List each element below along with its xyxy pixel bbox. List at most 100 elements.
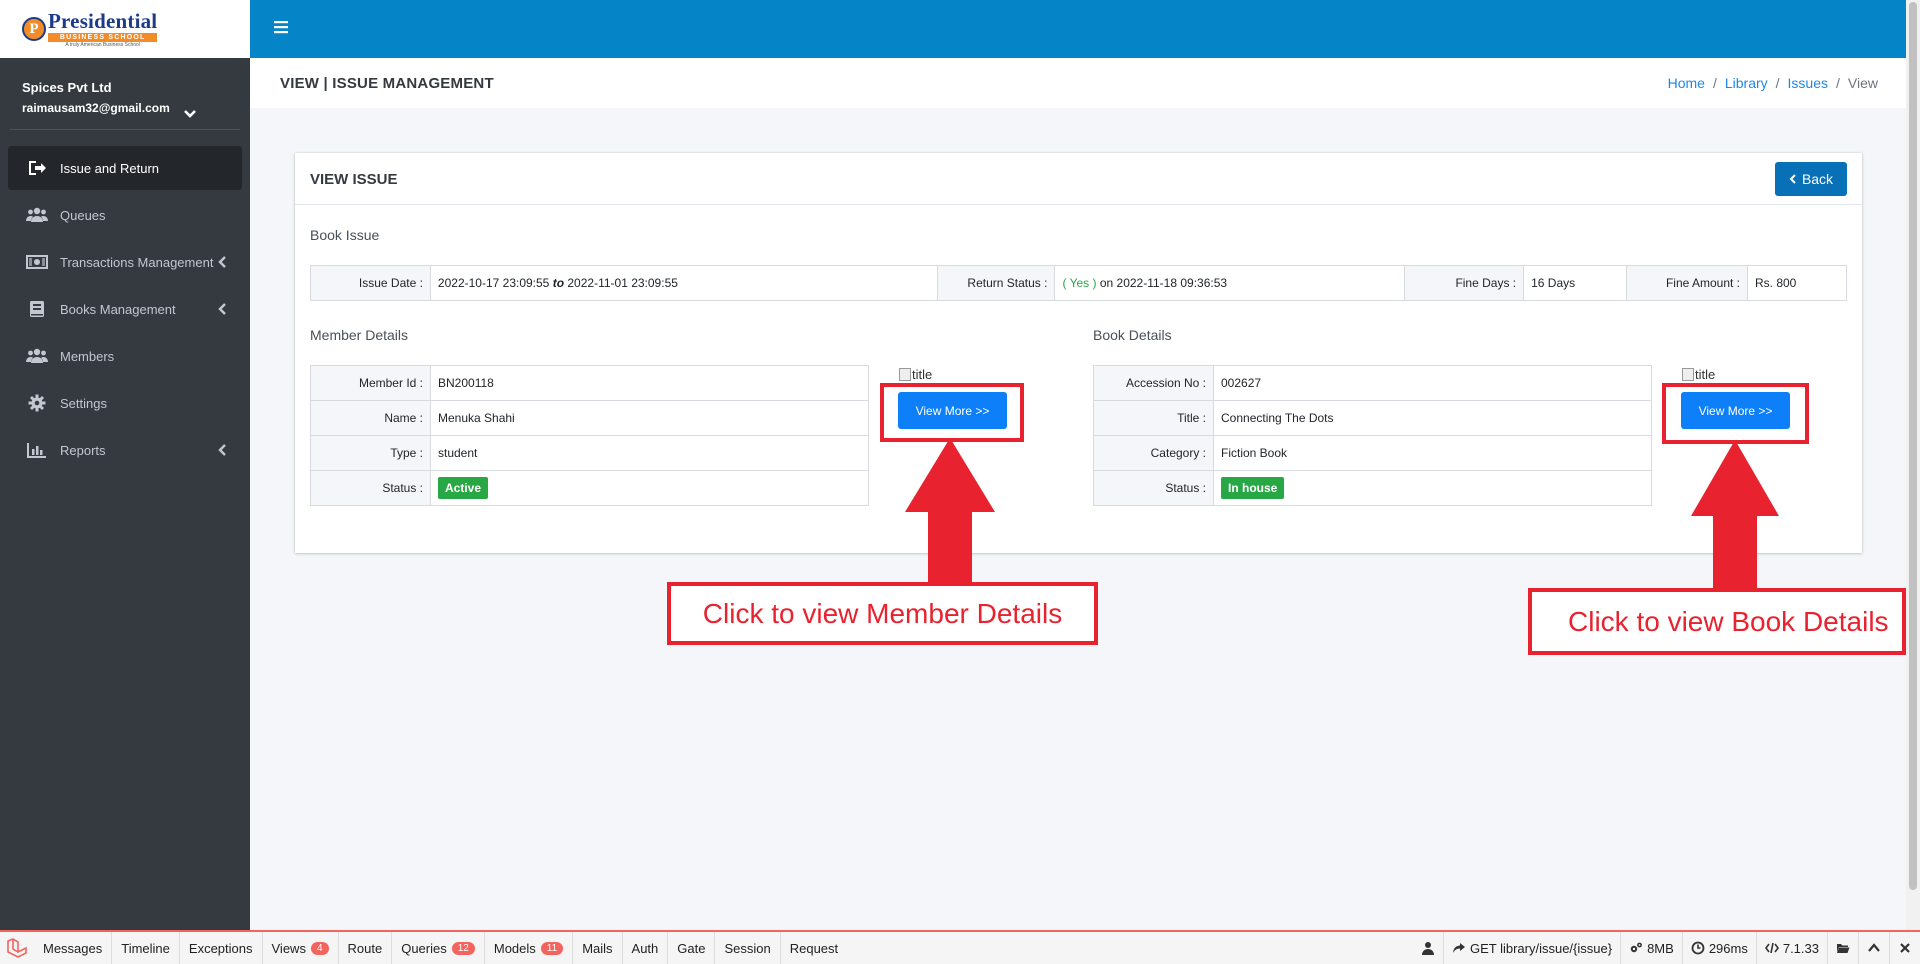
debug-tab-views[interactable]: Views 4 <box>263 932 339 964</box>
debug-tab-session[interactable]: Session <box>715 932 781 964</box>
issue-table: Issue Date : 2022-10-17 23:09:55 to 2022… <box>310 265 1847 301</box>
debug-tab-request[interactable]: Request <box>781 932 847 964</box>
status-badge: In house <box>1221 477 1285 499</box>
debug-tab-exceptions[interactable]: Exceptions <box>180 932 263 964</box>
users-icon <box>26 205 48 225</box>
return-status-label: Return Status : <box>936 265 1056 301</box>
chevron-left-icon <box>218 303 226 315</box>
table-row: Issue Date : 2022-10-17 23:09:55 to 2022… <box>310 265 1847 301</box>
debug-request[interactable]: GET library/issue/{issue} <box>1442 932 1620 964</box>
breadcrumb-separator: / <box>1775 75 1780 91</box>
issue-date-label: Issue Date : <box>310 265 431 301</box>
issue-date-value: 2022-10-17 23:09:55 to 2022-11-01 23:09:… <box>429 265 938 301</box>
sidebar-item-settings[interactable]: Settings <box>8 381 242 425</box>
debug-tab-label: Route <box>347 940 383 956</box>
back-button-label: Back <box>1801 171 1834 187</box>
count-badge: 12 <box>451 941 475 955</box>
sidebar-item-books-management[interactable]: Books Management <box>8 287 242 331</box>
code-icon <box>1764 942 1779 954</box>
debug-tab-timeline[interactable]: Timeline <box>112 932 180 964</box>
debug-tab-models[interactable]: Models 11 <box>485 932 574 964</box>
debug-tab-label: Exceptions <box>188 940 253 956</box>
debug-tab-auth[interactable]: Auth <box>623 932 669 964</box>
user-panel: Spices Pvt Ltd raimausam32@gmail.com <box>10 58 240 130</box>
breadcrumb-home[interactable]: Home <box>1668 75 1705 91</box>
card-title: VIEW ISSUE <box>310 171 398 188</box>
count-badge: 4 <box>310 941 329 955</box>
chevron-up-icon[interactable] <box>1858 932 1889 964</box>
back-button[interactable]: Back <box>1775 162 1847 196</box>
logo-subtitle: BUSINESS SCHOOL <box>48 32 158 42</box>
member-id-value: BN200118 <box>430 365 869 401</box>
chevron-left-icon <box>1789 174 1796 184</box>
breadcrumb-library[interactable]: Library <box>1725 75 1768 91</box>
close-icon[interactable] <box>1889 932 1920 964</box>
page-scrollbar[interactable] <box>1906 0 1920 930</box>
laravel-logo-icon[interactable] <box>0 932 34 964</box>
debug-memory[interactable]: 8MB <box>1620 932 1682 964</box>
return-status-date: on 2022-11-18 09:36:53 <box>1099 276 1228 290</box>
book-details-label: Book Details <box>1093 327 1172 343</box>
member-details-label: Member Details <box>310 327 409 343</box>
debug-memory-text: 8MB <box>1647 940 1674 956</box>
card-header: VIEW ISSUE Back <box>295 153 1862 205</box>
book-status-cell: In house <box>1213 470 1652 506</box>
share-icon <box>1452 943 1465 953</box>
debug-tab-mails[interactable]: Mails <box>573 932 623 964</box>
book-category-label: Category : <box>1093 435 1214 471</box>
member-highlight-box <box>880 383 1024 442</box>
sidebar-item-transactions-management[interactable]: Transactions Management <box>8 240 242 284</box>
view-issue-card: VIEW ISSUE Back Book Issue Issue Date : … <box>295 153 1862 553</box>
sidebar-item-reports[interactable]: Reports <box>8 428 242 472</box>
folder-open-icon[interactable] <box>1827 932 1858 964</box>
cogs-icon <box>1630 942 1642 953</box>
user-icon[interactable] <box>1413 932 1443 964</box>
sidebar-item-issue-and-return[interactable]: Issue and Return <box>8 146 242 190</box>
member-type-label: Type : <box>310 435 431 471</box>
logo-tagline: A truly American Business School <box>65 41 140 48</box>
debug-tab-label: Request <box>789 940 839 956</box>
scrollbar-thumb[interactable] <box>1909 2 1917 890</box>
sidebar-nav: Issue and Return Queues Transactions Man… <box>0 146 250 472</box>
sidebar: P Presidential BUSINESS SCHOOL A truly A… <box>0 0 250 930</box>
member-image-alt: title <box>912 367 933 382</box>
debug-tab-label: Auth <box>631 940 659 956</box>
content-header: VIEW | ISSUE MANAGEMENT Home / Library /… <box>250 58 1906 108</box>
user-company: Spices Pvt Ltd <box>22 80 112 95</box>
breadcrumb-view: View <box>1847 75 1878 91</box>
debug-tab-queries[interactable]: Queries 12 <box>392 932 485 964</box>
issue-date-to: 2022-11-01 23:09:55 <box>567 276 678 290</box>
member-status-label: Status : <box>310 470 431 506</box>
issue-date-to-word: to <box>552 276 565 290</box>
gear-icon <box>26 393 48 413</box>
member-image: title <box>899 367 932 382</box>
count-badge: 11 <box>540 941 564 955</box>
debug-time-text: 296ms <box>1708 940 1748 956</box>
accession-no-label: Accession No : <box>1093 365 1214 401</box>
debug-tab-messages[interactable]: Messages <box>34 932 113 964</box>
debug-tab-gate[interactable]: Gate <box>668 932 716 964</box>
book-issue-label: Book Issue <box>310 227 380 243</box>
table-row: Status : Active <box>310 470 869 506</box>
logo-name: Presidential <box>48 8 158 33</box>
fine-amount-value: Rs. 800 <box>1747 265 1847 301</box>
hamburger-menu-icon[interactable] <box>274 20 288 34</box>
debug-tab-route[interactable]: Route <box>339 932 393 964</box>
clock-icon <box>1691 941 1705 955</box>
debug-php-version[interactable]: 7.1.33 <box>1755 932 1827 964</box>
chevron-down-icon[interactable] <box>182 106 198 122</box>
fine-days-label: Fine Days : <box>1404 265 1525 301</box>
debug-tab-label: Messages <box>43 940 103 956</box>
debug-time[interactable]: 296ms <box>1681 932 1756 964</box>
book-arrow-icon <box>1691 440 1779 590</box>
broken-image-icon <box>1682 368 1694 381</box>
table-row: Category : Fiction Book <box>1093 435 1652 471</box>
brand-logo[interactable]: P Presidential BUSINESS SCHOOL A truly A… <box>0 0 250 58</box>
debug-tab-label: Queries <box>401 940 447 956</box>
sidebar-item-members[interactable]: Members <box>8 334 242 378</box>
member-name-value: Menuka Shahi <box>430 400 869 436</box>
sidebar-item-queues[interactable]: Queues <box>8 193 242 237</box>
chevron-left-icon <box>218 444 226 456</box>
broken-image-icon <box>899 368 911 381</box>
breadcrumb-issues[interactable]: Issues <box>1788 75 1828 91</box>
